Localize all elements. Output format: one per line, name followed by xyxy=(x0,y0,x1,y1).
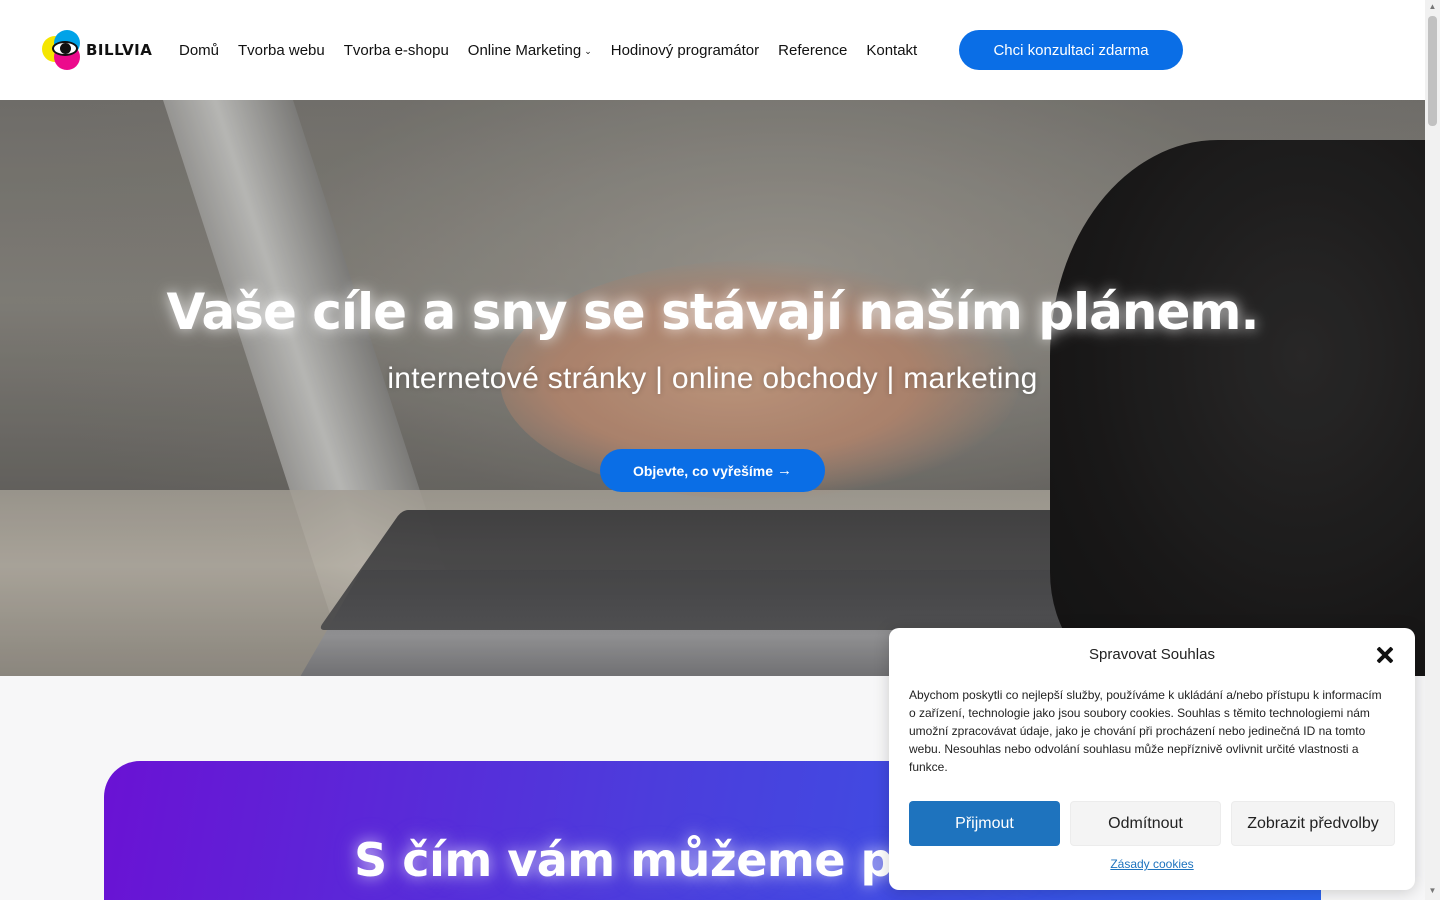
preferences-button[interactable]: Zobrazit předvolby xyxy=(1231,801,1395,846)
nav-item-tvorba-eshopu[interactable]: Tvorba e-shopu xyxy=(344,42,449,59)
hero-section: Vaše cíle a sny se stávají naším plánem.… xyxy=(0,100,1425,676)
scrollbar-thumb[interactable] xyxy=(1428,16,1437,126)
consultation-button[interactable]: Chci konzultaci zdarma xyxy=(959,30,1183,70)
scrollbar[interactable]: ▲ ▼ xyxy=(1425,0,1440,900)
hero-title: Vaše cíle a sny se stávají naším plánem. xyxy=(166,283,1259,341)
deny-button[interactable]: Odmítnout xyxy=(1070,801,1221,846)
nav-item-hodinovy-programator[interactable]: Hodinový programátor xyxy=(611,42,759,59)
cookie-text: Abychom poskytli co nejlepší služby, pou… xyxy=(909,688,1382,774)
scroll-up-icon[interactable]: ▲ xyxy=(1425,2,1440,14)
nav-item-online-marketing-label: Online Marketing xyxy=(467,41,582,59)
site-header: BILLVIA Domů Tvorba webu Tvorba e-shopu … xyxy=(0,0,1425,100)
nav-item-online-marketing[interactable]: Online Marketing ⌄ xyxy=(468,42,592,59)
logo-text: BILLVIA xyxy=(86,41,153,59)
chevron-down-icon: ⌄ xyxy=(584,45,592,56)
cookie-consent-dialog: Spravovat Souhlas Abychom poskytli co ne… xyxy=(889,628,1415,890)
cookie-policy-link[interactable]: Zásady cookies xyxy=(889,857,1415,871)
scroll-down-icon[interactable]: ▼ xyxy=(1425,886,1440,898)
close-icon[interactable] xyxy=(1373,644,1397,668)
cookie-title: Spravovat Souhlas xyxy=(1089,646,1215,663)
arrow-right-icon: → xyxy=(777,462,793,479)
nav-item-reference[interactable]: Reference xyxy=(778,42,847,59)
nav-item-tvorba-webu[interactable]: Tvorba webu xyxy=(238,42,325,59)
hero-subtitle: internetové stránky | online obchody | m… xyxy=(387,362,1038,395)
discover-button-label: Objevte, co vyřešíme xyxy=(632,462,774,479)
nav-item-kontakt[interactable]: Kontakt xyxy=(866,42,917,59)
accept-button[interactable]: Přijmout xyxy=(909,801,1060,846)
discover-button[interactable]: Objevte, co vyřešíme → xyxy=(600,449,825,492)
logo-eye-icon xyxy=(42,30,82,70)
logo[interactable]: BILLVIA xyxy=(42,30,152,70)
nav-item-domu[interactable]: Domů xyxy=(179,42,219,59)
main-nav: Domů Tvorba webu Tvorba e-shopu Online M… xyxy=(179,0,936,100)
